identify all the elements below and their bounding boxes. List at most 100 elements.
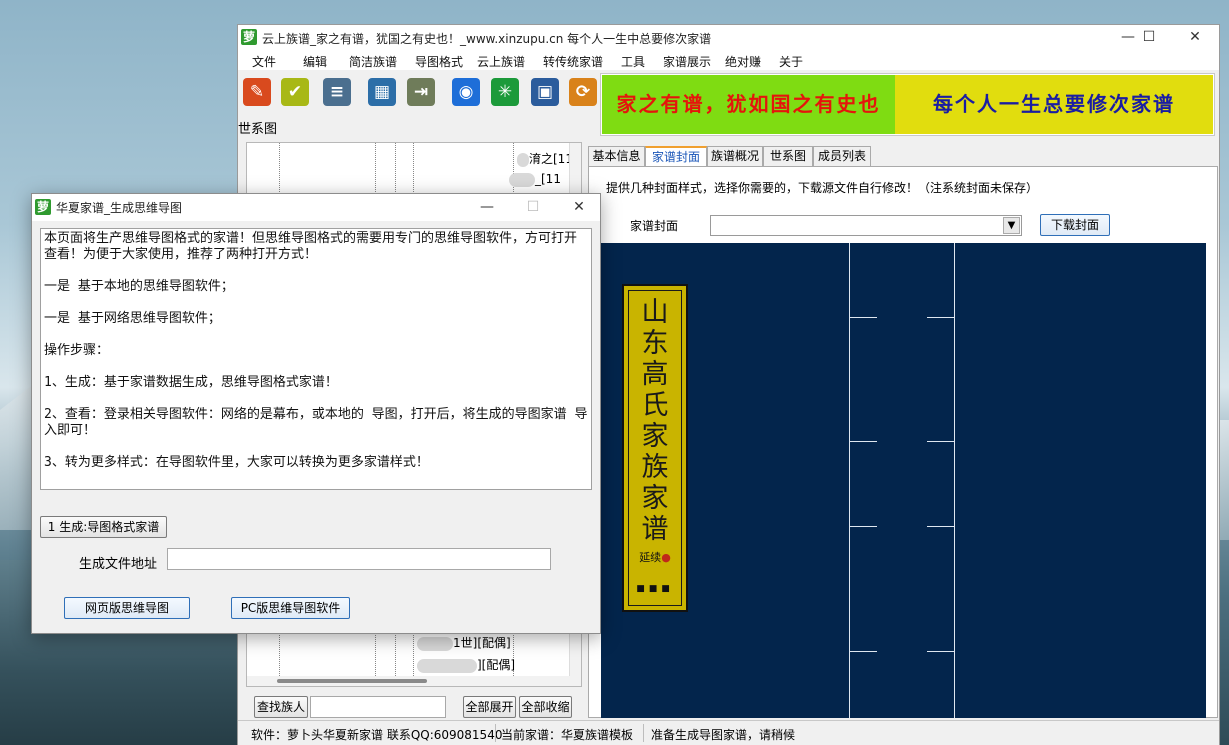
toolbar-button-edit[interactable]: ✔ [278, 75, 312, 109]
dialog-minimize-button[interactable]: — [464, 195, 510, 220]
instructions-textarea[interactable]: 本页面将生产思维导图格式的家谱！但思维导图格式的需要用专门的思维导图软件，方可打… [40, 228, 592, 490]
web-mindmap-button[interactable]: 网页版思维导图 [64, 597, 190, 619]
menu-cloud-genealogy[interactable]: 云上族谱 [477, 53, 525, 70]
cover-binding-tick [927, 526, 955, 527]
blurred-name [517, 152, 529, 167]
instruction-paragraph: 2、查看：登录相关导图软件：网络的是幕布，或本地的 导图，打开后，将生成的导图家… [44, 407, 588, 438]
cover-binding-line [849, 243, 850, 718]
cover-dots: ■■■ [636, 584, 674, 594]
calculator-icon: ▦ [368, 78, 396, 106]
generate-mindmap-button[interactable]: 1 生成:导图格式家谱 [40, 516, 167, 538]
tab-basic-info[interactable]: 基本信息 [588, 146, 645, 166]
cover-binding-tick [927, 441, 955, 442]
menu-edit[interactable]: 编辑 [303, 53, 327, 70]
toolbar-button-refresh[interactable]: ⟳ [566, 75, 600, 109]
door-icon: ⇥ [407, 78, 435, 106]
dialog-maximize-button[interactable]: ☐ [510, 195, 556, 220]
tree-section-label: 世系图 [238, 122, 278, 137]
menu-file[interactable]: 文件 [252, 53, 276, 70]
tab-member-list[interactable]: 成员列表 [813, 146, 871, 166]
instruction-paragraph: 操作步骤： [44, 343, 110, 358]
app-logo-icon: 萝 [35, 199, 51, 215]
cover-binding-tick [927, 651, 955, 652]
toolbar: ✎ ✔ ≡ ▦ ⇥ ◉ ✳ ▣ ⟳ [238, 71, 600, 115]
tab-cover[interactable]: 家谱封面 [645, 146, 707, 166]
menu-mindmap-format[interactable]: 导图格式 [415, 53, 463, 70]
chevron-down-icon[interactable]: ▼ [1003, 217, 1020, 234]
tree-horizontal-scrollbar[interactable] [247, 676, 581, 686]
instruction-paragraph: 一是 基于本地的思维导图软件； [44, 279, 234, 294]
toolbar-button-exit[interactable]: ⇥ [404, 75, 438, 109]
toolbar-button-new[interactable]: ✎ [240, 75, 274, 109]
tree-node[interactable]: 1世][配偶] [417, 634, 511, 651]
expand-all-button[interactable]: 全部展开 [463, 696, 516, 718]
tab-lineage[interactable]: 世系图 [763, 146, 813, 166]
scrollbar-thumb[interactable] [277, 679, 427, 683]
book-icon: ≡ [323, 78, 351, 106]
toolbar-button-save[interactable]: ▣ [528, 75, 562, 109]
slogan-banner: 家之有谱，犹如国之有史也 每个人一生总要修次家谱 [600, 73, 1215, 136]
toolbar-button-web[interactable]: ◉ [449, 75, 483, 109]
dialog-title: 华夏家谱_生成思维导图 [56, 201, 183, 215]
file-path-input[interactable] [167, 548, 551, 570]
dialog-close-button[interactable]: ✕ [556, 195, 602, 220]
cover-binding-line [954, 243, 955, 718]
file-path-label: 生成文件地址 [79, 557, 158, 572]
status-divider [495, 724, 496, 742]
main-titlebar: 萝 云上族谱_家之有谱，犹国之有史也！_www.xinzupu.cn 每个人一生… [238, 25, 1219, 50]
status-software: 软件：萝卜头华夏新家谱 联系QQ:609081540 [251, 728, 503, 742]
menu-simple-genealogy[interactable]: 简洁族谱 [349, 53, 397, 70]
tab-overview[interactable]: 族谱概况 [707, 146, 763, 166]
blurred-name [509, 172, 535, 187]
close-icon: ✕ [573, 199, 585, 215]
cover-title-label: 山 东 高 氏 家 族 家 谱 延续● ■■■ [622, 284, 688, 612]
maximize-icon: ☐ [526, 199, 540, 215]
tree-node[interactable]: 淯之[11 [517, 150, 573, 167]
maximize-button[interactable]: ☐ [1126, 25, 1172, 50]
cover-subtitle: 延续● [629, 549, 681, 565]
banner-left-slogan: 家之有谱，犹如国之有史也 [602, 75, 895, 134]
blurred-name [417, 636, 453, 651]
tree-node[interactable]: ][配偶] [417, 656, 515, 673]
instruction-paragraph: 一是 基于网络思维导图软件； [44, 311, 221, 326]
menu-tools[interactable]: 工具 [621, 53, 645, 70]
tab-strip: 基本信息 家谱封面 族谱概况 世系图 成员列表 [588, 146, 1218, 166]
cover-style-select[interactable]: ▼ [710, 215, 1022, 236]
tree-node[interactable]: _[11 [509, 172, 561, 187]
main-window-title: 云上族谱_家之有谱，犹国之有史也！_www.xinzupu.cn 每个人一生中总… [262, 32, 712, 46]
toolbar-button-book[interactable]: ≡ [320, 75, 354, 109]
cover-binding-tick [927, 317, 955, 318]
find-member-button[interactable]: 查找族人 [254, 696, 308, 718]
menu-traditional[interactable]: 转传统家谱 [543, 53, 603, 70]
minimize-icon: — [480, 199, 494, 215]
dialog-titlebar: 萝 华夏家谱_生成思维导图 — ☐ ✕ [32, 194, 600, 221]
cover-description: 提供几种封面样式，选择你需要的，下载源文件自行修改！（注系统封面未保存） [606, 181, 1039, 195]
find-member-input[interactable] [310, 696, 446, 718]
menubar: 文件 编辑 简洁族谱 导图格式 云上族谱 转传统家谱 工具 家谱展示 绝对赚 关… [238, 50, 1219, 70]
menu-display[interactable]: 家谱展示 [663, 53, 711, 70]
close-button[interactable]: ✕ [1172, 25, 1218, 50]
cover-select-label: 家谱封面 [630, 219, 679, 233]
app-logo-icon: 萝 [241, 29, 257, 45]
instruction-paragraph: 1、生成：基于家谱数据生成，思维导图格式家谱！ [44, 375, 338, 390]
tree-node-label: _[11 [535, 172, 561, 186]
pen-icon: ✎ [243, 78, 271, 106]
cover-preview: 山 东 高 氏 家 族 家 谱 延续● ■■■ [601, 243, 1206, 718]
menu-about[interactable]: 关于 [779, 53, 803, 70]
toolbar-button-emblem[interactable]: ✳ [488, 75, 522, 109]
toolbar-button-calc[interactable]: ▦ [365, 75, 399, 109]
cover-binding-tick [849, 526, 877, 527]
globe-icon: ◉ [452, 78, 480, 106]
cover-binding-tick [849, 651, 877, 652]
download-cover-button[interactable]: 下载封面 [1040, 214, 1110, 236]
cover-title-frame: 山 东 高 氏 家 族 家 谱 延续● ■■■ [628, 290, 682, 606]
status-message: 准备生成导图家谱，请稍候 [651, 728, 796, 742]
cover-binding-tick [849, 317, 877, 318]
cover-tab-panel: 提供几种封面样式，选择你需要的，下载源文件自行修改！（注系统封面未保存） 家谱封… [588, 166, 1218, 718]
pc-mindmap-button[interactable]: PC版思维导图软件 [231, 597, 350, 619]
refresh-icon: ⟳ [569, 78, 597, 106]
cover-binding-tick [849, 441, 877, 442]
collapse-all-button[interactable]: 全部收缩 [519, 696, 572, 718]
instruction-paragraph: 本页面将生产思维导图格式的家谱！但思维导图格式的需要用专门的思维导图软件，方可打… [44, 231, 578, 262]
menu-earn[interactable]: 绝对赚 [725, 53, 761, 70]
